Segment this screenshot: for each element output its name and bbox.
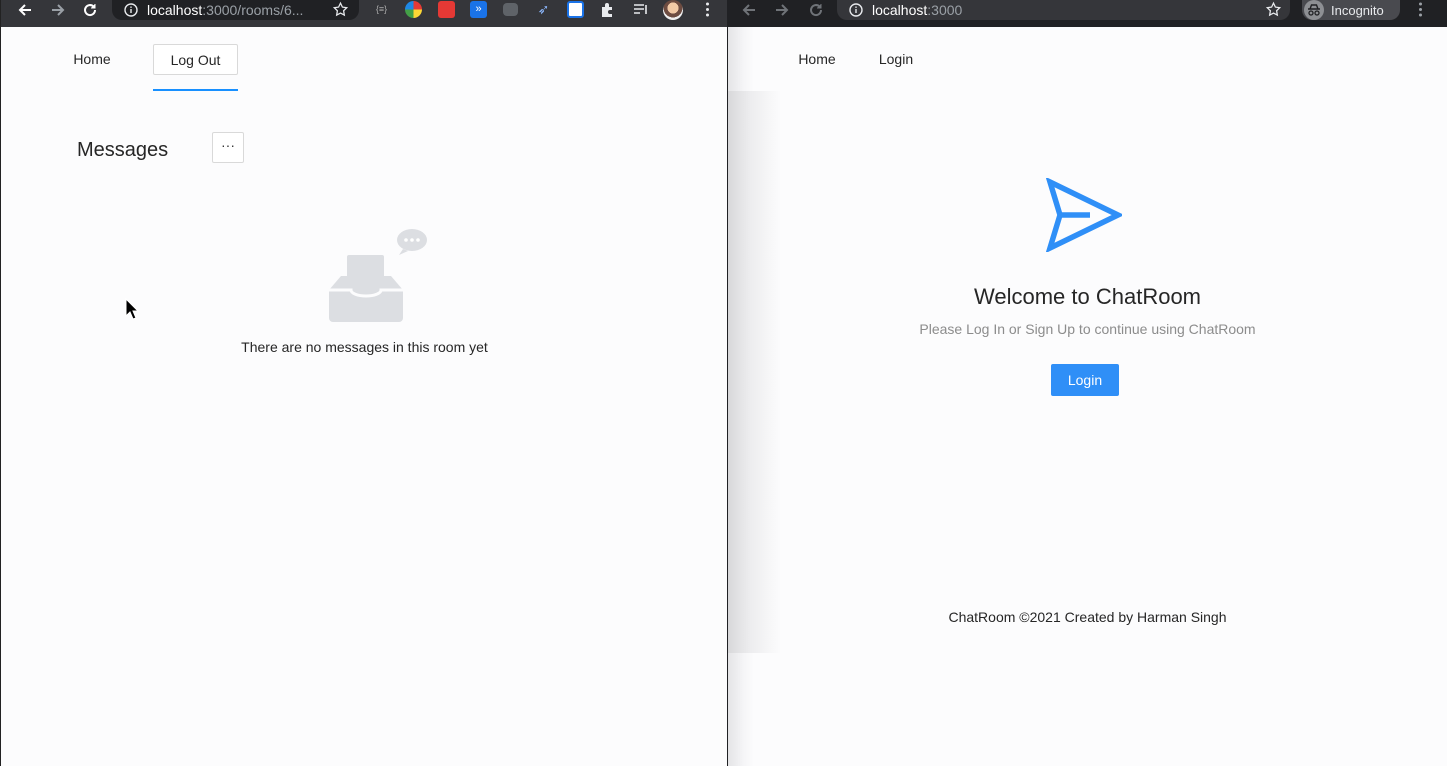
avatar[interactable] [663,0,683,20]
app-navbar: Home Log Out [1,27,727,91]
nav-logout-button[interactable]: Log Out [153,44,238,75]
nav-active-indicator [153,89,238,91]
back-arrow-icon[interactable] [14,0,36,20]
nav-home[interactable]: Home [59,44,125,74]
url-path: :3000 [927,2,963,18]
empty-state-text: There are no messages in this room yet [241,339,488,355]
star-icon[interactable] [332,1,349,18]
login-button[interactable]: Login [1051,364,1119,396]
mouse-cursor-icon [125,298,139,320]
forward-arrow-icon[interactable] [771,0,793,20]
extension-icon[interactable] [567,1,584,18]
footer-text: ChatRoom ©2021 Created by Harman Singh [948,609,1227,625]
inbox-icon [329,229,427,322]
extension-icon[interactable]: ➶ [535,1,552,18]
star-icon[interactable] [1265,1,1282,18]
app-navbar: Home Login [728,27,1447,91]
info-icon[interactable] [124,3,138,17]
url-path: :3000/rooms/6... [202,2,304,18]
nav-login[interactable]: Login [863,44,929,74]
info-icon[interactable] [849,3,863,17]
more-options-button[interactable]: ··· [212,132,244,163]
url-host: localhost [872,2,928,18]
url-host: localhost [147,2,203,18]
browser-window-right: localhost:3000 Incognito Home Login Welc… [728,0,1447,766]
extension-icon[interactable] [405,1,422,18]
browser-toolbar: localhost:3000 Incognito [728,0,1447,27]
send-plane-icon [1046,178,1122,252]
incognito-badge[interactable]: Incognito [1302,0,1400,20]
extension-icon[interactable] [438,1,455,18]
reload-icon[interactable] [79,0,101,20]
incognito-icon [1304,0,1324,20]
browser-window-left: localhost:3000/rooms/6... {≡} » ➶ Home L… [0,0,727,766]
welcome-subtitle: Please Log In or Sign Up to continue usi… [919,321,1256,337]
kebab-menu-icon[interactable] [699,1,716,18]
reading-list-icon[interactable] [632,1,649,18]
welcome-heading: Welcome to ChatRoom [973,284,1201,309]
extension-icon[interactable]: » [470,1,487,18]
nav-home[interactable]: Home [784,44,850,74]
address-bar[interactable]: localhost:3000 [837,0,1290,20]
kebab-menu-icon[interactable] [1412,1,1429,18]
reload-icon[interactable] [805,0,827,20]
extension-icon[interactable]: {≡} [373,1,390,18]
address-bar[interactable]: localhost:3000/rooms/6... [112,0,359,20]
puzzle-icon[interactable] [599,1,616,18]
incognito-label: Incognito [1331,2,1384,18]
extension-icon[interactable] [503,3,518,16]
page-title: Messages [77,139,169,161]
chat-bubble-icon [397,229,427,255]
back-arrow-icon[interactable] [738,0,760,20]
forward-arrow-icon[interactable] [47,0,69,20]
browser-toolbar: localhost:3000/rooms/6... {≡} » ➶ [1,0,727,27]
transition-artifact [728,91,781,653]
